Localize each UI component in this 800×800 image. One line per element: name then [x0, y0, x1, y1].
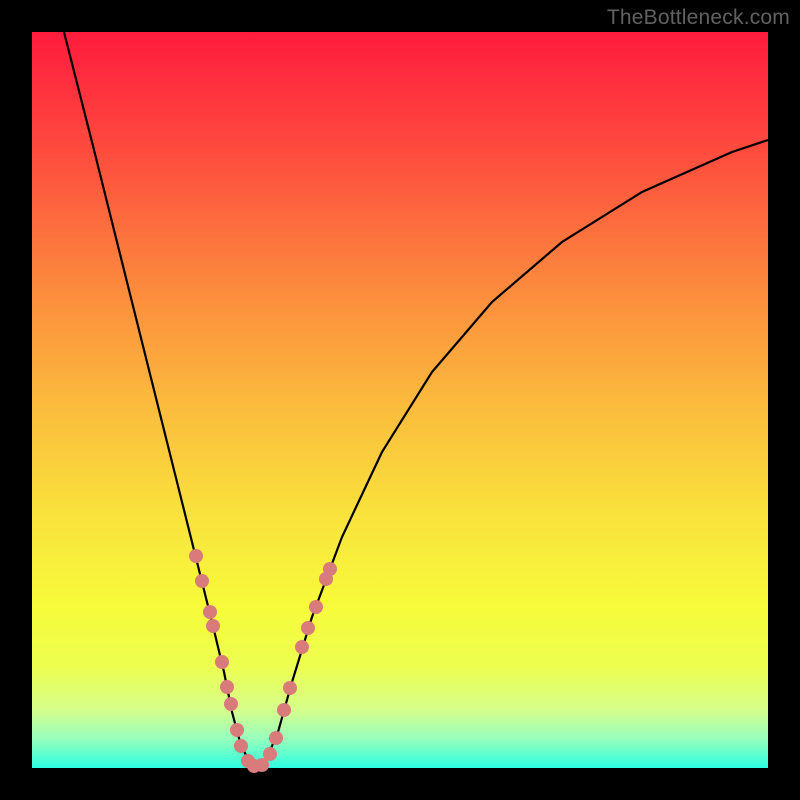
- watermark-text: TheBottleneck.com: [607, 6, 790, 30]
- highlight-dot: [269, 731, 283, 745]
- highlight-dot: [323, 562, 337, 576]
- highlight-dot: [195, 574, 209, 588]
- highlight-dot: [277, 703, 291, 717]
- highlight-dot: [220, 680, 234, 694]
- highlight-dots: [189, 549, 337, 773]
- highlight-dot: [301, 621, 315, 635]
- highlight-dot: [189, 549, 203, 563]
- highlight-dot: [224, 697, 238, 711]
- bottleneck-curve: [64, 32, 768, 767]
- highlight-dot: [263, 747, 277, 761]
- highlight-dot: [203, 605, 217, 619]
- plot-area: [32, 32, 768, 768]
- highlight-dot: [295, 640, 309, 654]
- chart-svg: [32, 32, 768, 768]
- highlight-dot: [230, 723, 244, 737]
- highlight-dot: [309, 600, 323, 614]
- chart-frame: TheBottleneck.com: [0, 0, 800, 800]
- highlight-dot: [215, 655, 229, 669]
- highlight-dot: [234, 739, 248, 753]
- highlight-dot: [206, 619, 220, 633]
- highlight-dot: [283, 681, 297, 695]
